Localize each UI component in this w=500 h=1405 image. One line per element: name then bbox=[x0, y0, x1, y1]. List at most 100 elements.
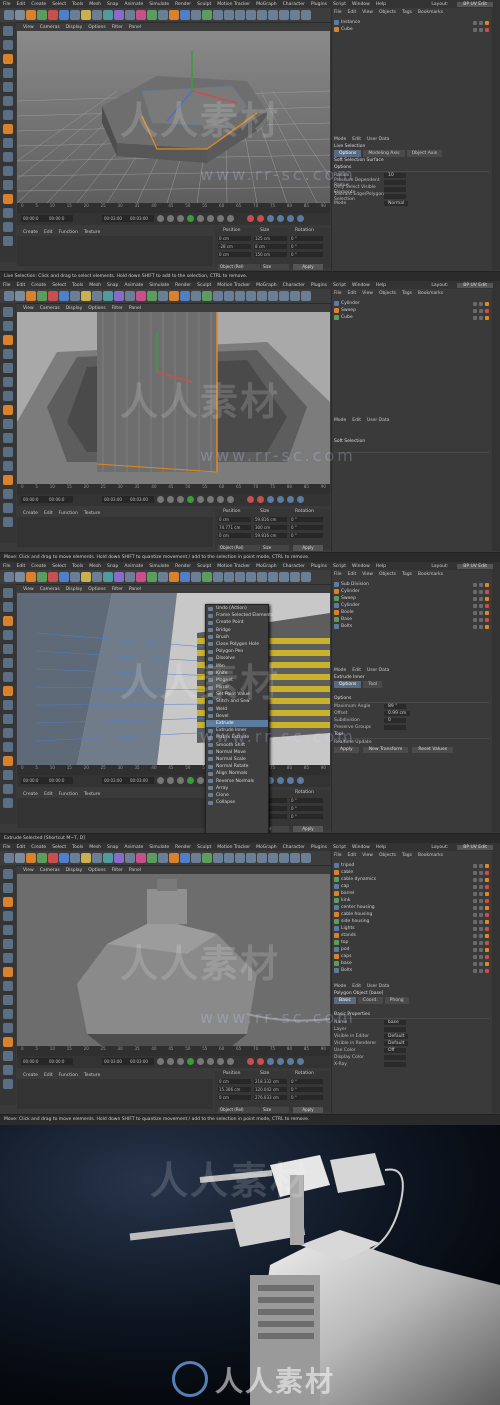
object-menu-item[interactable]: Bookmarks bbox=[418, 853, 443, 858]
toolbar-icon[interactable] bbox=[224, 291, 234, 301]
record-button[interactable] bbox=[297, 777, 304, 784]
playback-button[interactable] bbox=[177, 496, 184, 503]
toolbar-icon[interactable] bbox=[257, 10, 267, 20]
rotation-value[interactable]: 0 ° bbox=[290, 517, 323, 522]
mode-icon[interactable] bbox=[3, 321, 13, 331]
toolbar-icon[interactable] bbox=[81, 853, 91, 863]
toolbar-icon[interactable] bbox=[180, 291, 190, 301]
toolbar-icon[interactable] bbox=[136, 853, 146, 863]
object-menu-item[interactable]: Tags bbox=[402, 291, 412, 296]
toolbar-icon[interactable] bbox=[158, 572, 168, 582]
toolbar-icon[interactable] bbox=[290, 853, 300, 863]
size-value[interactable]: 125 cm bbox=[254, 236, 287, 241]
menu-item[interactable]: Edit bbox=[17, 2, 26, 7]
end-field[interactable]: 00:03:00 bbox=[102, 496, 128, 503]
end-field-2[interactable]: 00:03:00 bbox=[128, 1058, 154, 1065]
attr-value[interactable] bbox=[384, 1027, 406, 1032]
toolbar-icon[interactable] bbox=[81, 291, 91, 301]
mode-icon[interactable] bbox=[3, 194, 13, 204]
playback-button[interactable] bbox=[207, 1058, 214, 1065]
mode-icon[interactable] bbox=[3, 222, 13, 232]
attr-value[interactable] bbox=[384, 194, 406, 199]
toolbar-icon[interactable] bbox=[59, 853, 69, 863]
toolbar-icon[interactable] bbox=[125, 572, 135, 582]
playback-button[interactable] bbox=[187, 215, 194, 222]
menu-item[interactable]: Script bbox=[333, 845, 346, 850]
attr-menu-item[interactable]: Mode bbox=[334, 137, 346, 142]
rotation-value[interactable]: 0 ° bbox=[290, 533, 323, 538]
attr-tab[interactable]: Coord. bbox=[357, 997, 383, 1004]
toolbar-icon[interactable] bbox=[213, 10, 223, 20]
attr-value[interactable] bbox=[384, 180, 406, 185]
position-value[interactable]: 15.306 cm bbox=[218, 1087, 251, 1092]
menu-item[interactable]: Help bbox=[376, 845, 386, 850]
rotation-value[interactable]: 0 ° bbox=[290, 798, 323, 803]
toolbar-icon[interactable] bbox=[70, 572, 80, 582]
apply-button[interactable]: Apply bbox=[293, 545, 323, 551]
rotation-value[interactable]: 0 ° bbox=[290, 1079, 323, 1084]
mode-icon[interactable] bbox=[3, 770, 13, 780]
end-field-2[interactable]: 00:03:00 bbox=[128, 496, 154, 503]
attr-value[interactable] bbox=[384, 187, 406, 192]
attr-value[interactable]: 0 bbox=[384, 718, 406, 723]
mode-icon[interactable] bbox=[3, 377, 13, 387]
toolbar-icon[interactable] bbox=[136, 572, 146, 582]
toolbar-icon[interactable] bbox=[59, 10, 69, 20]
menu-item[interactable]: Motion Tracker bbox=[217, 2, 250, 7]
mode-icon[interactable] bbox=[3, 658, 13, 668]
context-item[interactable]: Undo (Action) bbox=[206, 605, 268, 612]
toolbar-icon[interactable] bbox=[268, 10, 278, 20]
toolbar-icon[interactable] bbox=[191, 572, 201, 582]
toolbar-icon[interactable] bbox=[224, 572, 234, 582]
object-item[interactable]: center housing bbox=[334, 904, 489, 911]
position-value[interactable]: 0 cm bbox=[218, 1079, 251, 1084]
material-menu-item[interactable]: Create bbox=[23, 511, 38, 516]
object-item[interactable]: cap bbox=[334, 883, 489, 890]
menu-item[interactable]: Select bbox=[52, 564, 66, 569]
menu-item[interactable]: Window bbox=[352, 2, 370, 7]
toolbar-icon[interactable] bbox=[301, 572, 311, 582]
position-value[interactable]: -28 cm bbox=[218, 244, 251, 249]
menu-item[interactable]: Character bbox=[283, 2, 305, 7]
size-value[interactable]: 276.033 cm bbox=[254, 1095, 287, 1100]
menu-item[interactable]: Help bbox=[376, 283, 386, 288]
material-menu-item[interactable]: Texture bbox=[84, 511, 100, 516]
coord-mode-select[interactable]: Object (Rel) bbox=[218, 545, 260, 551]
menu-item[interactable]: Simulate bbox=[149, 564, 169, 569]
menu-item[interactable]: Tools bbox=[72, 564, 83, 569]
attr-menu-item[interactable]: User Data bbox=[367, 137, 389, 142]
toolbar-icon[interactable] bbox=[180, 572, 190, 582]
menu-item[interactable]: MoGraph bbox=[256, 283, 276, 288]
object-item[interactable]: Sweep bbox=[334, 595, 489, 602]
toolbar-icon[interactable] bbox=[235, 291, 245, 301]
viewport-menu-item[interactable]: Panel bbox=[129, 868, 141, 873]
material-manager[interactable] bbox=[17, 1079, 213, 1109]
toolbar-icon[interactable] bbox=[4, 853, 14, 863]
context-item[interactable]: Brush bbox=[206, 634, 268, 641]
toolbar-icon[interactable] bbox=[301, 10, 311, 20]
material-menu-item[interactable]: Edit bbox=[44, 230, 53, 235]
object-item[interactable]: Instance bbox=[334, 19, 489, 26]
menu-item[interactable]: Character bbox=[283, 845, 305, 850]
record-button[interactable] bbox=[287, 777, 294, 784]
rotation-value[interactable]: 0 ° bbox=[290, 252, 323, 257]
record-button[interactable] bbox=[287, 496, 294, 503]
menu-item[interactable]: File bbox=[3, 845, 11, 850]
material-menu-item[interactable]: Create bbox=[23, 230, 38, 235]
mode-icon[interactable] bbox=[3, 756, 13, 766]
menu-item[interactable]: Tools bbox=[72, 2, 83, 7]
toolbar-icon[interactable] bbox=[48, 291, 58, 301]
menu-item[interactable]: Create bbox=[31, 564, 46, 569]
toolbar-icon[interactable] bbox=[136, 10, 146, 20]
material-menu-item[interactable]: Function bbox=[59, 792, 78, 797]
position-value[interactable]: 0 cm bbox=[218, 252, 251, 257]
record-button[interactable] bbox=[277, 777, 284, 784]
viewport-menu-item[interactable]: Cameras bbox=[40, 587, 60, 592]
viewport-menu-item[interactable]: Options bbox=[88, 25, 105, 30]
attr-value[interactable]: 89 ° bbox=[384, 704, 406, 709]
mode-icon[interactable] bbox=[3, 110, 13, 120]
context-item[interactable]: Normal Rotate bbox=[206, 763, 268, 770]
attr-value[interactable]: Off bbox=[384, 1048, 406, 1053]
playback-button[interactable] bbox=[177, 777, 184, 784]
toolbar-icon[interactable] bbox=[92, 572, 102, 582]
